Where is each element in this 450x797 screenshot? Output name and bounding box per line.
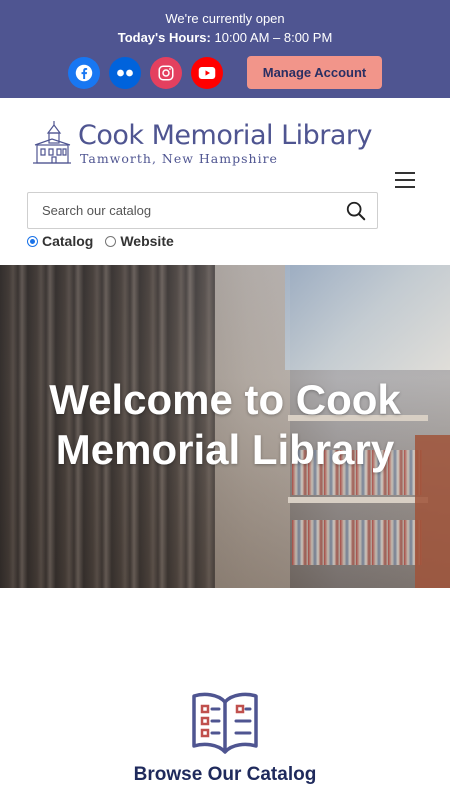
radio-catalog-label: Catalog [42, 233, 94, 249]
radio-catalog[interactable]: Catalog [27, 233, 93, 249]
menu-icon[interactable] [395, 172, 415, 188]
radio-website[interactable]: Website [105, 233, 174, 249]
youtube-icon[interactable] [191, 57, 223, 89]
search-icon[interactable] [345, 200, 367, 222]
open-book-icon[interactable] [190, 690, 260, 756]
flickr-icon[interactable] [109, 57, 141, 89]
browse-catalog-title[interactable]: Browse Our Catalog [0, 764, 450, 786]
library-building-icon [33, 121, 71, 164]
todays-hours: Today's Hours: 10:00 AM – 8:00 PM [0, 30, 450, 45]
logo-subtitle: Tamworth, New Hampshire [80, 150, 278, 166]
hero-banner: Welcome to Cook Memorial Library [0, 265, 450, 588]
window-image [285, 265, 450, 370]
logo-title: Cook Memorial Library [78, 119, 372, 151]
hours-value: 10:00 AM – 8:00 PM [214, 30, 333, 45]
radio-website-label: Website [120, 233, 174, 249]
social-links [68, 57, 223, 89]
radio-website-button[interactable] [105, 235, 117, 247]
hours-label: Today's Hours: [117, 30, 211, 45]
books-row [292, 520, 422, 565]
shelf-board [288, 497, 428, 503]
radio-catalog-button[interactable] [27, 235, 38, 247]
search-input[interactable] [28, 193, 338, 228]
manage-account-button[interactable]: Manage Account [247, 56, 382, 89]
instagram-icon[interactable] [150, 57, 182, 89]
catalog-search [27, 192, 378, 229]
facebook-icon[interactable] [68, 57, 100, 89]
hero-title: Welcome to Cook Memorial Library [49, 376, 401, 473]
library-logo[interactable]: Cook Memorial Library Tamworth, New Hamp… [32, 118, 372, 168]
search-scope: Catalog Website [27, 233, 186, 249]
open-status: We're currently open [165, 11, 285, 26]
top-bar: We're currently open Today's Hours: 10:0… [0, 0, 450, 98]
